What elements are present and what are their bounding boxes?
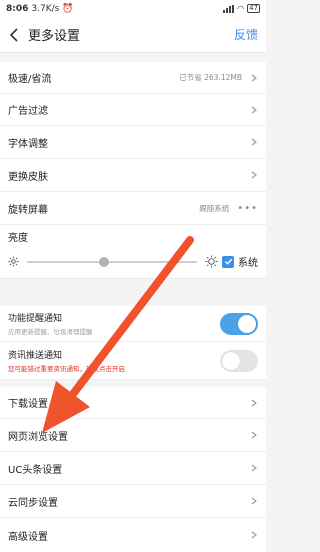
news-push-title: 资讯推送通知 [8,351,63,361]
feature-notify-toggle[interactable] [220,312,258,335]
rotate-screen-value: 跟随系统 [199,203,230,213]
ad-filter-label: 广告过滤 [8,106,48,117]
feedback-link[interactable]: 反馈 [234,26,258,43]
speed-mode-item[interactable]: 极速/省流 已节省 263.12MB [0,62,266,94]
web-browse-settings-item[interactable]: 网页浏览设置 [0,419,266,452]
status-time: 8:06 [6,3,29,14]
cloud-sync-settings-item[interactable]: 云同步设置 [0,485,266,518]
chevron-right-icon [251,171,257,179]
chevron-right-icon [251,464,257,472]
alarm-icon: ⏰ [62,3,74,14]
chevron-right-icon [251,74,257,81]
rotate-screen-item[interactable]: 旋转屏幕 跟随系统 ••• [0,192,266,225]
rotate-screen-label: 旋转屏幕 [8,204,48,216]
page-title: 更多设置 [28,29,81,44]
speed-mode-label: 极速/省流 [8,74,52,85]
brightness-item: 亮度 系统 [0,225,266,279]
advanced-settings-label: 高级设置 [8,531,48,543]
font-size-item[interactable]: 字体调整 [0,126,266,159]
toggle-knob [238,314,256,333]
wifi-icon: ◠ [237,4,245,13]
app-header: 更多设置 反馈 [0,17,266,53]
brightness-high-icon [205,255,218,268]
signal-icon [223,4,235,13]
slider-track [27,260,197,263]
chevron-right-icon [251,497,257,505]
feature-notify-item: 功能提醒通知 应用更新提醒、垃圾清理提醒 [0,306,266,342]
cloud-sync-settings-label: 云同步设置 [8,497,58,509]
more-dots-icon: ••• [237,202,258,214]
download-settings-item[interactable]: 下载设置 [0,387,266,419]
brightness-low-icon [8,256,19,267]
skin-item[interactable]: 更换皮肤 [0,159,266,192]
back-arrow-icon [9,27,18,42]
brightness-label: 亮度 [8,233,28,244]
advanced-settings-item[interactable]: 高级设置 [0,518,266,552]
brightness-slider[interactable] [27,256,197,267]
toggle-knob [222,351,240,370]
chevron-right-icon [251,138,257,146]
feature-notify-title: 功能提醒通知 [8,314,63,324]
news-push-item: 资讯推送通知 您可能错过重要资讯通知，建议点击开启 [0,342,266,380]
skin-label: 更换皮肤 [8,171,48,183]
system-brightness-label: 系统 [238,258,258,269]
ad-filter-item[interactable]: 广告过滤 [0,94,266,126]
chevron-right-icon [251,106,257,113]
chevron-right-icon [251,431,257,439]
check-icon [224,258,232,265]
uc-headline-settings-label: UC头条设置 [8,464,63,476]
feature-notify-subtitle: 应用更新提醒、垃圾清理提醒 [8,328,93,336]
saved-data-value: 已节省 263.12MB [179,73,242,82]
slider-thumb[interactable] [99,256,109,267]
battery-level: 47 [249,4,258,12]
news-push-warning: 您可能错过重要资讯通知，建议点击开启 [8,365,125,373]
back-button[interactable] [0,17,28,53]
uc-headline-settings-item[interactable]: UC头条设置 [0,452,266,485]
status-bar: 8:06 3.7K/s ⏰ ◠ 47 [0,0,266,17]
font-size-label: 字体调整 [8,138,48,150]
chevron-right-icon [251,531,257,539]
download-settings-label: 下载设置 [8,399,48,410]
network-speed: 3.7K/s [31,3,60,14]
web-browse-settings-label: 网页浏览设置 [8,431,68,443]
system-brightness-checkbox[interactable] [222,255,234,268]
chevron-right-icon [251,399,257,406]
news-push-toggle[interactable] [220,349,258,372]
battery-icon: 47 [247,4,260,13]
